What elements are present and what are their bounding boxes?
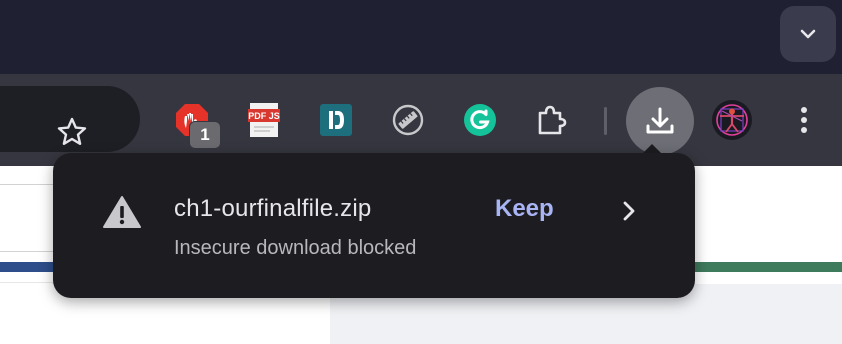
puzzle-icon — [538, 105, 567, 135]
vitruvian-avatar-icon — [712, 100, 752, 140]
download-icon — [646, 107, 674, 134]
dashlane-extension-button[interactable] — [316, 100, 356, 140]
extensions-menu-button[interactable] — [532, 100, 572, 140]
star-icon — [57, 117, 87, 145]
toolbar-divider — [604, 107, 607, 135]
tab-search-button[interactable] — [780, 6, 836, 62]
warning-icon — [103, 196, 141, 228]
download-status: Insecure download blocked — [174, 237, 417, 259]
pdfjs-icon: PDF JS — [248, 103, 280, 137]
download-filename: ch1-ourfinalfile.zip — [174, 195, 372, 222]
adblock-badge-count: 1 — [189, 121, 221, 149]
download-details-button[interactable] — [615, 197, 643, 225]
pdfjs-extension-button[interactable]: PDF JS — [244, 100, 284, 140]
grammarly-extension-button[interactable] — [460, 100, 500, 140]
download-bubble: ch1-ourfinalfile.zip Insecure download b… — [53, 153, 695, 298]
page-green-bar — [680, 262, 842, 272]
keep-button[interactable]: Keep — [495, 195, 554, 223]
ruler-icon — [392, 104, 424, 136]
profile-avatar-button[interactable] — [711, 99, 753, 141]
dashlane-icon — [320, 104, 352, 136]
browser-window: PDF JS 1 ch1-ourfinalfile.zip Insecure d… — [0, 0, 842, 344]
address-bar[interactable] — [0, 86, 140, 152]
tab-strip — [0, 0, 842, 74]
grammarly-icon — [464, 104, 496, 136]
kebab-menu-icon — [801, 107, 807, 133]
chrome-menu-button[interactable] — [786, 100, 822, 140]
measure-extension-button[interactable] — [388, 100, 428, 140]
svg-text:PDF JS: PDF JS — [248, 111, 280, 121]
chevron-down-icon — [800, 29, 816, 39]
bookmark-star-button[interactable] — [52, 112, 92, 152]
chevron-right-icon — [623, 201, 635, 221]
